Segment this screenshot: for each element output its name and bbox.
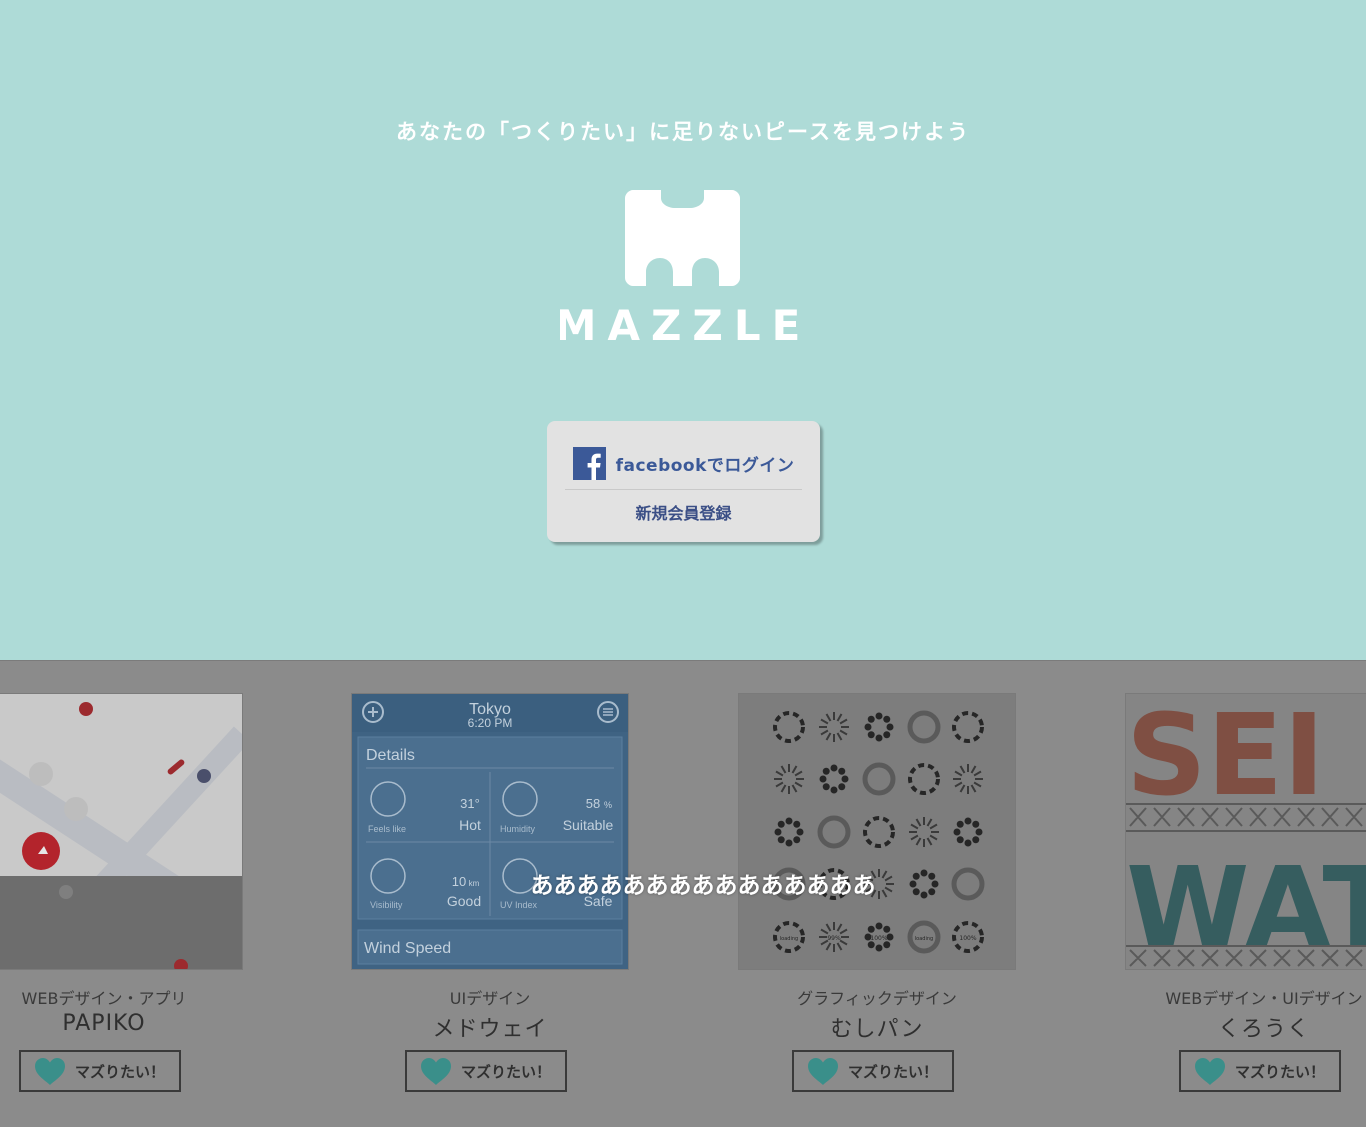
- tagline: あなたの「つくりたい」に足りないピースを見つけよう: [396, 120, 970, 144]
- signup-link[interactable]: 新規会員登録: [547, 499, 820, 529]
- mazzritai-label: マズりたい！: [460, 1062, 551, 1081]
- hero-section: あなたの「つくりたい」に足りないピースを見つけよう MAZZLE faceboo…: [0, 0, 1366, 660]
- card-divider: [565, 489, 802, 490]
- mazzritai-label: マズりたい！: [847, 1062, 938, 1081]
- work-thumbnail[interactable]: SEI WAT: [1125, 693, 1366, 970]
- mazzritai-button[interactable]: マズりたい！: [19, 1050, 181, 1092]
- svg-text:Humidity: Humidity: [500, 824, 536, 834]
- svg-text:Hot: Hot: [459, 817, 481, 833]
- svg-text:Suitable: Suitable: [563, 817, 614, 833]
- mazzritai-button[interactable]: マズりたい！: [792, 1050, 954, 1092]
- brand-wordmark: MAZZLE: [560, 301, 806, 346]
- svg-text:loading: loading: [915, 936, 933, 942]
- svg-text:6:20 PM: 6:20 PM: [468, 716, 513, 730]
- facebook-f-icon: [572, 446, 606, 480]
- svg-text:MAZZLE: MAZZLE: [560, 301, 806, 346]
- svg-text:100%: 100%: [870, 935, 887, 942]
- svg-text:Feels like: Feels like: [368, 824, 406, 834]
- overlay-placeholder-text: あああああああああああああああ: [530, 873, 876, 899]
- svg-text:loading: loading: [780, 936, 798, 942]
- svg-text:SEI: SEI: [1126, 694, 1325, 821]
- facebook-login-label: facebookでログイン: [615, 455, 795, 476]
- heart-icon: [420, 1057, 451, 1085]
- svg-text:UV Index: UV Index: [500, 900, 538, 910]
- facebook-login-button[interactable]: facebookでログイン: [547, 439, 820, 487]
- svg-text:%: %: [604, 800, 612, 810]
- work-title: PAPIKO: [62, 1011, 146, 1036]
- svg-text:Wind Speed: Wind Speed: [364, 940, 451, 957]
- work-category: UIデザイン: [449, 989, 531, 1008]
- work-title: メドウェイ: [432, 1017, 548, 1042]
- mazzritai-button[interactable]: マズりたい！: [1179, 1050, 1341, 1092]
- work-category: WEBデザイン・UIデザイン: [1165, 989, 1363, 1008]
- heart-icon: [807, 1057, 838, 1085]
- work-category: WEBデザイン・アプリ: [21, 989, 187, 1008]
- svg-text:100%: 100%: [959, 935, 976, 942]
- mazzritai-label: マズりたい！: [1234, 1062, 1325, 1081]
- mazzritai-button[interactable]: マズりたい！: [405, 1050, 567, 1092]
- svg-text:Visibility: Visibility: [370, 900, 403, 910]
- work-title: くろうく: [1217, 1017, 1310, 1042]
- work-thumbnail[interactable]: [0, 693, 243, 970]
- svg-text:99%: 99%: [827, 935, 841, 942]
- svg-text:WAT: WAT: [1126, 844, 1366, 969]
- svg-text:Details: Details: [366, 747, 415, 764]
- svg-text:31°: 31°: [460, 796, 480, 811]
- work-thumbnail[interactable]: Tokyo 6:20 PM Details Feels like 31° Hot…: [351, 693, 629, 970]
- mazzle-logo-icon: [625, 190, 740, 286]
- heart-icon: [1194, 1057, 1225, 1085]
- work-category: グラフィックデザイン: [797, 989, 957, 1008]
- mazzritai-label: マズりたい！: [74, 1062, 165, 1081]
- work-thumbnail[interactable]: loading 99% 100% loading 100%: [738, 693, 1016, 970]
- svg-text:58: 58: [586, 796, 600, 811]
- login-card: facebookでログイン 新規会員登録: [547, 421, 820, 542]
- work-title: むしパン: [830, 1017, 924, 1042]
- heart-icon: [34, 1057, 65, 1085]
